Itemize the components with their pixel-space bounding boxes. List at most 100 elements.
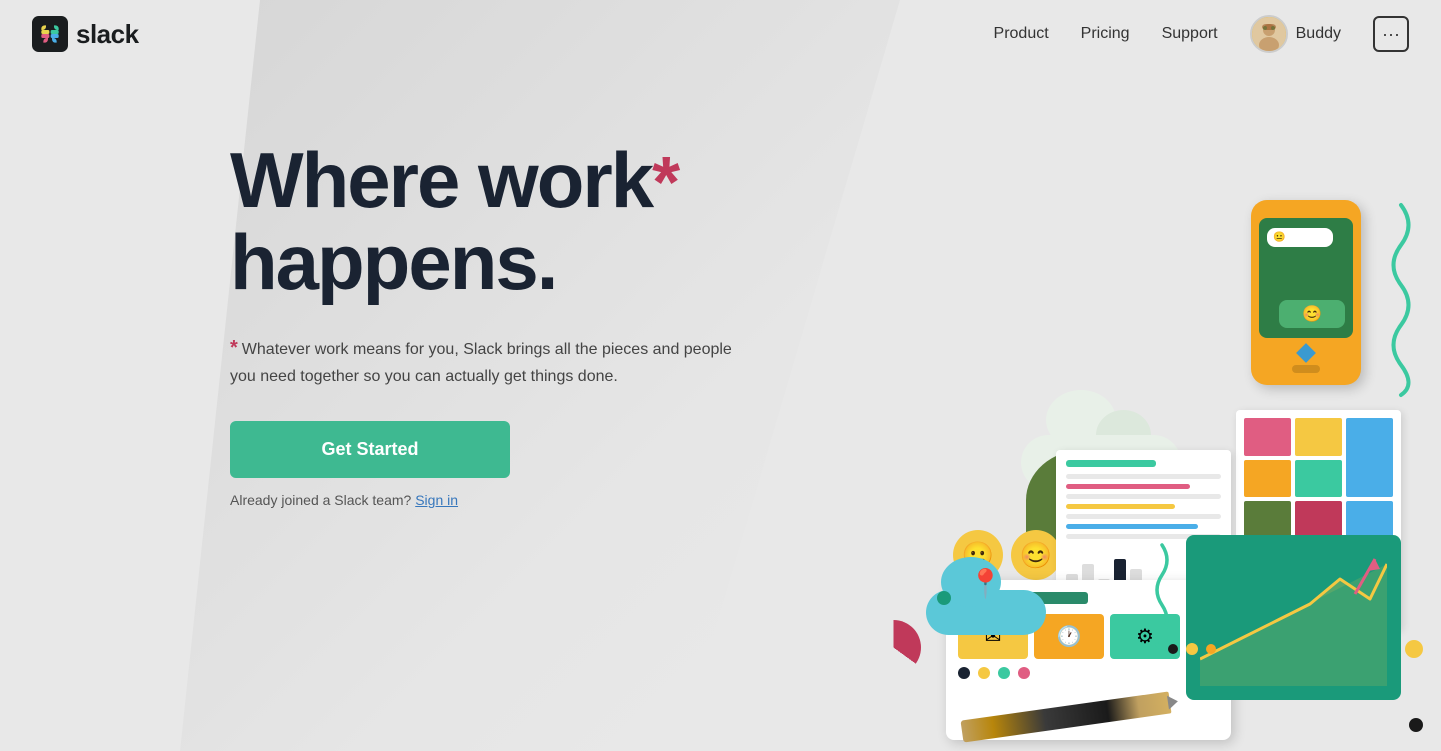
chart-bar (1114, 559, 1126, 599)
headline-asterisk: * (652, 143, 678, 223)
nav-product[interactable]: Product (994, 25, 1049, 43)
emoji-happy: 😊 (1011, 530, 1061, 580)
emoji-faces: 😐 😊 (953, 530, 1061, 580)
headline-line1: Where work* (230, 136, 678, 224)
dash-dot-row (958, 667, 1219, 679)
pen-body (960, 691, 1171, 742)
doc-icon (1066, 604, 1086, 624)
color-grid-panel (1236, 410, 1401, 630)
speech-dot-1 (1058, 494, 1070, 506)
headline-line2: happens. (230, 218, 556, 306)
cloud-body (1021, 435, 1181, 490)
doc-line (1066, 494, 1221, 499)
speech-bubble-illustration (1026, 450, 1141, 550)
pin-cloud-illustration: 📍 (926, 545, 1046, 635)
deco-dot-black (1409, 718, 1423, 732)
grid-cell (1346, 418, 1393, 497)
grid-cell (1346, 543, 1393, 581)
navigation: slack Product Pricing Support Buddy ··· (0, 0, 1441, 68)
grid-cell (1295, 501, 1342, 539)
dash-tabs: ✉ 🕐 ⚙ (958, 614, 1219, 659)
doc-line (1066, 474, 1221, 479)
subtext-body: Whatever work means for you, Slack bring… (230, 341, 732, 385)
grid-cell (1244, 584, 1291, 622)
dash-tab-mail: ✉ (958, 614, 1028, 659)
hero-content: Where work* happens. *Whatever work mean… (230, 140, 750, 508)
chart-bar (1066, 574, 1078, 599)
pin-cloud-bump (941, 557, 1001, 607)
more-options-button[interactable]: ··· (1373, 16, 1409, 52)
dash-dot (998, 667, 1010, 679)
grid-cell (1295, 543, 1342, 581)
dashboard-widget: ✉ 🕐 ⚙ (946, 580, 1231, 740)
phone-screen: 😐 😊 (1259, 218, 1353, 338)
nav-pricing[interactable]: Pricing (1081, 25, 1130, 43)
subtext-asterisk: * (230, 337, 238, 359)
cloud-dot-2 (1069, 462, 1079, 472)
emoji-neutral: 😐 (953, 530, 1003, 580)
doc-line (1066, 484, 1190, 489)
cloud-dot-1 (1051, 462, 1061, 472)
phone-home-button (1292, 365, 1320, 373)
slack-logo-icon (32, 16, 68, 52)
grid-cell (1244, 543, 1291, 581)
grid-cell (1244, 418, 1291, 456)
chart-bar (1082, 564, 1094, 599)
cloud-illustration (1021, 400, 1181, 490)
phone-bubble-happy: 😊 (1279, 300, 1345, 328)
logo-link[interactable]: slack (32, 16, 139, 52)
doc-line (1066, 514, 1221, 519)
user-profile: Buddy (1250, 15, 1341, 53)
bottom-dot (1168, 644, 1178, 654)
doc-line (1066, 460, 1156, 467)
deco-dot-yellow (1405, 640, 1423, 658)
cloud-bump-2 (1096, 410, 1151, 460)
grid-cell (1244, 501, 1291, 539)
grid-cell (1295, 460, 1342, 498)
chart-bar (1098, 579, 1110, 599)
pin-cloud-base (926, 590, 1046, 635)
illustration-area: 😐 😊 😐 😊 (761, 60, 1441, 750)
grid-cell (1244, 460, 1291, 498)
get-started-button[interactable]: Get Started (230, 421, 510, 478)
bottom-dot (1206, 644, 1216, 654)
deco-dot-teal (937, 591, 951, 605)
signin-link[interactable]: Sign in (415, 492, 458, 508)
doc-line (1066, 524, 1198, 529)
pen-illustration (960, 691, 1171, 742)
mini-chart (1066, 549, 1221, 599)
cloud-dot-3 (1087, 462, 1097, 472)
doc-line (1066, 504, 1175, 509)
nav-support[interactable]: Support (1162, 25, 1218, 43)
chart-bar (1130, 569, 1142, 599)
trend-chart-svg (1200, 549, 1387, 686)
dash-header-bar (958, 592, 1088, 604)
doc-line (1066, 534, 1221, 539)
wavy-decoration-right (1381, 200, 1421, 400)
dash-tab-clock: 🕐 (1034, 614, 1104, 659)
pen-tip (1167, 694, 1179, 709)
grid-cell (1295, 418, 1342, 456)
bottom-dot-row (1168, 643, 1216, 655)
nav-links: Product Pricing Support Buddy ··· (994, 15, 1409, 53)
dash-tab-gear: ⚙ (1110, 614, 1180, 659)
signin-prompt: Already joined a Slack team? Sign in (230, 492, 750, 508)
dash-dot (978, 667, 990, 679)
dash-dot (1018, 667, 1030, 679)
phone-diamond-icon (1296, 343, 1316, 363)
pin-icon: 📍 (968, 567, 1003, 600)
user-name-label: Buddy (1296, 25, 1341, 43)
avatar[interactable] (1250, 15, 1288, 53)
document-panel (1056, 450, 1231, 650)
slack-wordmark: slack (76, 19, 139, 50)
phone-bubble-neutral: 😐 (1267, 228, 1333, 247)
signin-prefix-text: Already joined a Slack team? (230, 492, 411, 508)
avatar-image (1252, 17, 1286, 51)
bottom-dot (1186, 643, 1198, 655)
phone-illustration: 😐 😊 (1251, 200, 1361, 385)
dash-dot (958, 667, 970, 679)
hero-subtext: *Whatever work means for you, Slack brin… (230, 332, 750, 390)
cloud-bump (1046, 390, 1116, 450)
cloud-dots (1051, 462, 1097, 472)
grid-cell (1346, 501, 1393, 539)
